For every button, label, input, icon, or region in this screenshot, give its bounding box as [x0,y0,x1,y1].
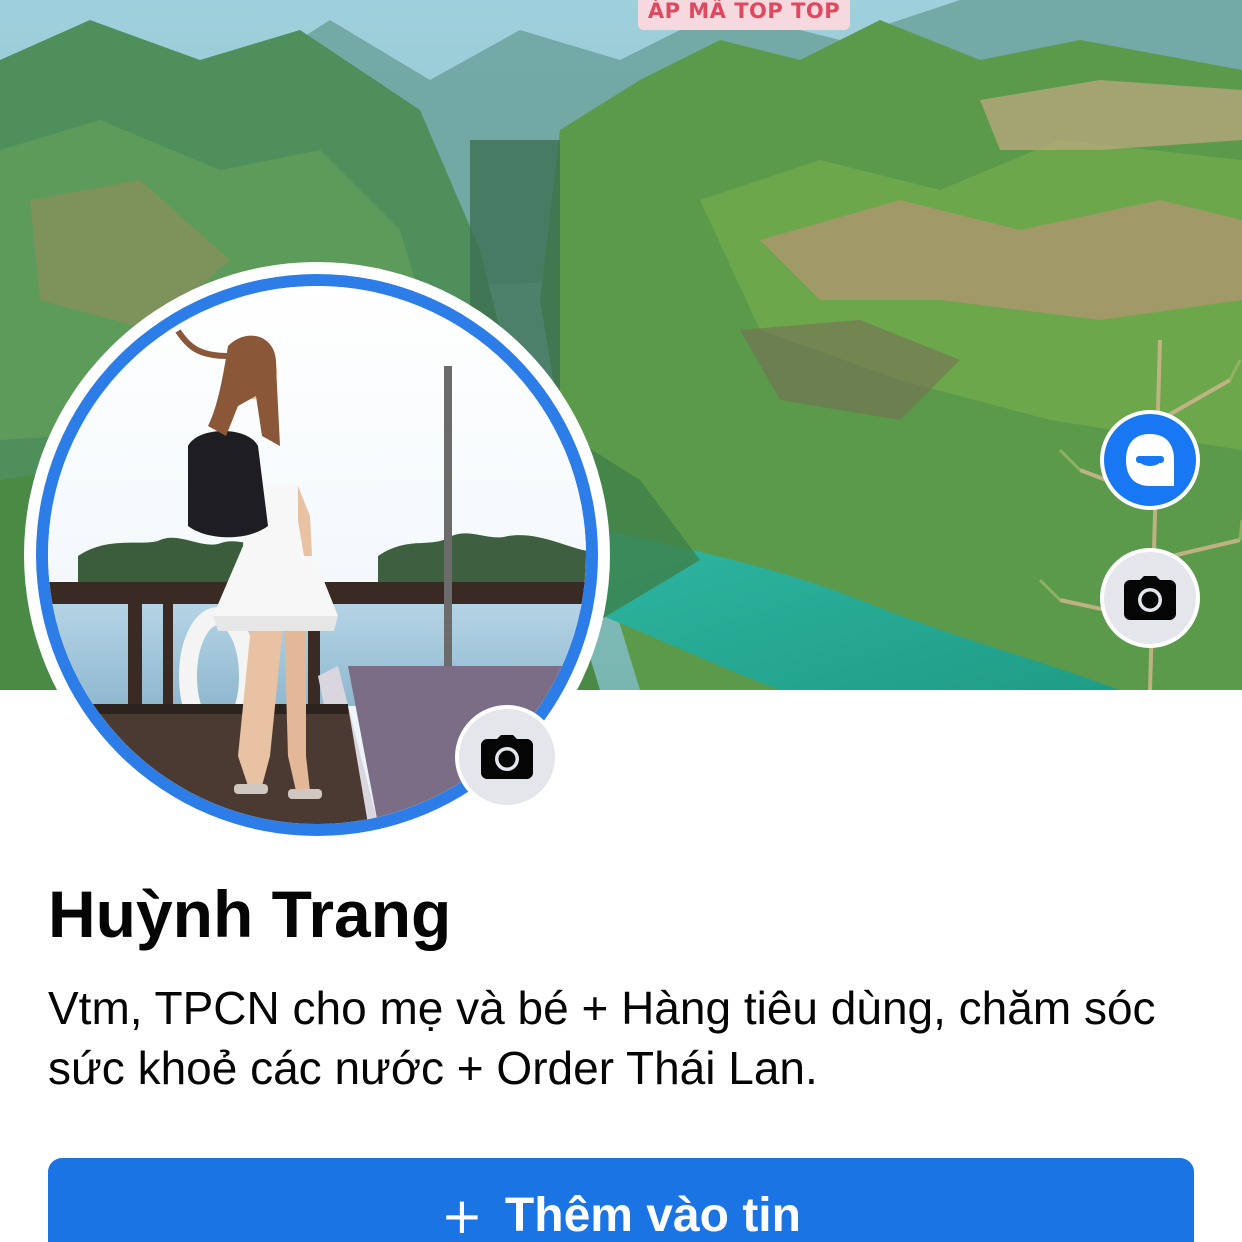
cover-camera-button[interactable] [1100,548,1200,648]
profile-page: ÁP MÃ TOP TOP Huỳnh Trang Vtm, TPCN cho … [0,0,1242,1242]
cover-tag-text: ÁP MÃ TOP TOP [638,0,850,30]
camera-icon [1124,576,1176,620]
profile-bio: Vtm, TPCN cho mẹ và bé + Hàng tiêu dùng,… [48,982,1156,1094]
camera-icon [481,735,533,779]
profile-camera-button[interactable] [455,705,559,809]
plus-icon: + [441,1187,483,1242]
profile-name: Huỳnh Trang [48,877,452,951]
avatar-button[interactable] [1100,410,1200,510]
add-to-story-button[interactable]: + Thêm vào tin [48,1158,1194,1242]
add-to-story-label: Thêm vào tin [504,1189,801,1242]
avatar-icon [1126,434,1174,486]
